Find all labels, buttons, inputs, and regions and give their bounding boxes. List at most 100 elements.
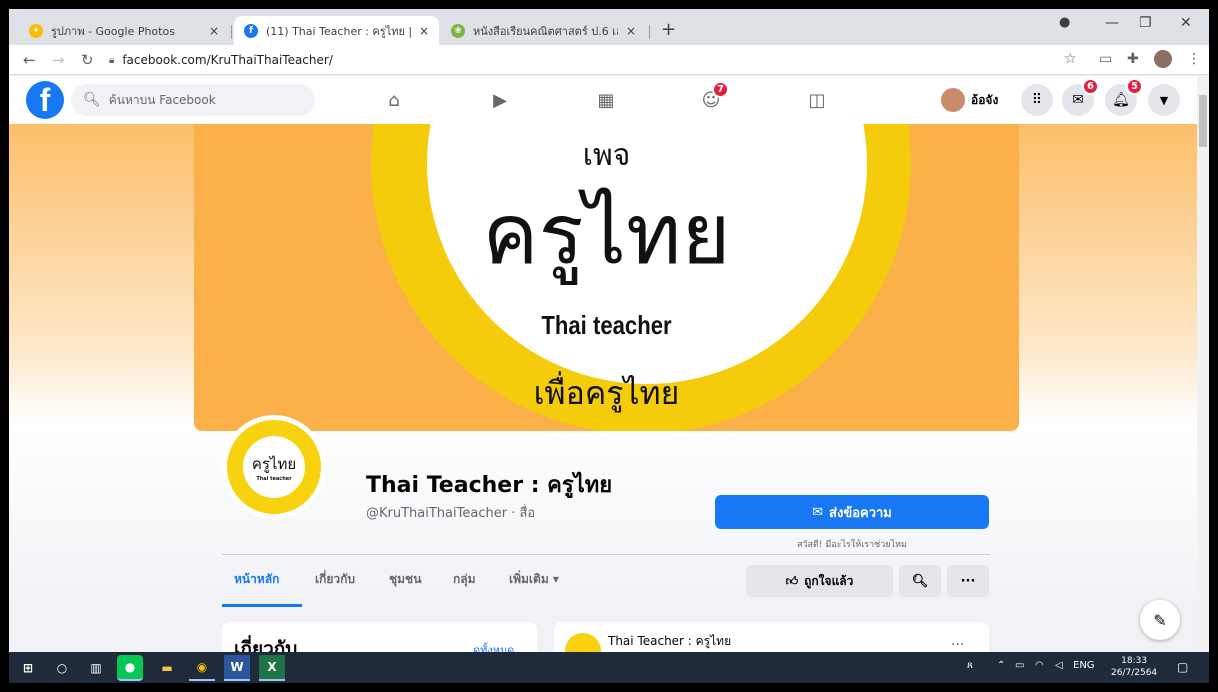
cover-line-2: ครูไทย — [482, 185, 731, 283]
profile-picture-ring: ครูไทย Thai teacher — [227, 420, 321, 514]
tab-separator — [649, 25, 650, 39]
chrome-icon[interactable]: ◉ — [189, 655, 215, 681]
tray-chevron-icon[interactable]: ⌃ — [997, 660, 1005, 671]
messenger-icon: ✉ — [812, 504, 824, 520]
avatar — [941, 88, 965, 112]
facebook-icon: f — [244, 23, 258, 38]
tab-more[interactable]: เพิ่มเติม ▾ — [509, 570, 559, 589]
profile-name: อ้อจัง — [971, 92, 999, 107]
tab-google-photos[interactable]: ✦ รูปภาพ - Google Photos × — [19, 16, 229, 45]
home-icon[interactable]: ⌂ — [382, 88, 406, 112]
task-view-icon[interactable]: ▥ — [83, 655, 109, 681]
notifications-badge: 5 — [1126, 78, 1143, 95]
profile-picture-text: ครูไทย — [251, 455, 297, 473]
extensions-icon[interactable]: ✚ — [1127, 51, 1139, 67]
profile-picture[interactable]: ครูไทย Thai teacher — [222, 415, 326, 519]
battery-icon[interactable]: ▭ — [1015, 660, 1024, 671]
tab-strip: ✦ รูปภาพ - Google Photos × f (11) Thai T… — [9, 9, 1209, 45]
liked-button[interactable]: 👍︎ ถูกใจแล้ว — [746, 565, 893, 597]
new-tab-button[interactable]: + — [661, 19, 676, 40]
marketplace-icon[interactable]: ▦ — [594, 88, 618, 112]
tab-label: หนังสือเรียนคณิตศาสตร์ ป.6 เล่ม1 - ไ — [473, 24, 618, 38]
menu-grid-icon[interactable]: ⠿ — [1021, 84, 1053, 116]
cast-icon[interactable]: ▭ — [1099, 51, 1112, 67]
people-icon[interactable]: ጸ — [967, 660, 973, 671]
line-app-icon[interactable]: ● — [117, 655, 143, 681]
forward-icon[interactable]: → — [52, 51, 65, 69]
taskbar: ⊞ ○ ▥ ● ▬ ◉ W X ጸ ⌃ ▭ ◠ ◁ ENG 18:33 26/7… — [9, 652, 1209, 683]
post-more-icon[interactable]: ··· — [951, 637, 964, 653]
search-input[interactable]: 🔍︎ ค้นหาบน Facebook — [71, 84, 315, 116]
menu-icon[interactable]: ⋮ — [1187, 51, 1201, 67]
search-icon[interactable]: ○ — [49, 655, 75, 681]
back-icon[interactable]: ← — [23, 51, 36, 69]
page-handle: @KruThaiThaiTeacher · สื่อ — [366, 506, 536, 521]
divider — [222, 554, 990, 555]
file-explorer-icon[interactable]: ▬ — [154, 655, 180, 681]
close-icon[interactable]: × — [626, 24, 636, 38]
scrollbar[interactable] — [1197, 76, 1209, 652]
notification-center-icon[interactable]: ▢ — [1177, 660, 1188, 674]
word-icon[interactable]: W — [224, 655, 250, 681]
tab-community[interactable]: ชุมชน — [389, 570, 421, 589]
clock-date: 26/7/2564 — [1111, 668, 1158, 678]
profile-picture-subtext: Thai teacher — [256, 476, 292, 482]
google-photos-icon: ✦ — [29, 23, 43, 38]
search-icon: 🔍︎ — [83, 92, 101, 108]
send-message-label: ส่งข้อความ — [829, 505, 892, 521]
clock-time: 18:33 — [1121, 656, 1148, 666]
screen: ✦ รูปภาพ - Google Photos × f (11) Thai T… — [9, 9, 1209, 683]
tab-label: (11) Thai Teacher : ครูไทย | Facebo — [266, 24, 411, 38]
lock-icon: 🔒︎ — [109, 54, 115, 66]
windows-start-icon[interactable]: ⊞ — [15, 655, 41, 681]
messenger-badge: 6 — [1082, 78, 1099, 95]
chrome-profile-icon[interactable]: ● — [1059, 15, 1070, 30]
new-message-icon[interactable]: ✎ — [1140, 600, 1180, 640]
url-text: facebook.com/KruThaiThaiTeacher/ — [122, 53, 333, 67]
excel-icon[interactable]: X — [259, 655, 285, 681]
tab-home[interactable]: หน้าหลัก — [234, 570, 279, 589]
gaming-icon[interactable]: ◫ — [805, 88, 829, 112]
facebook-header: f 🔍︎ ค้นหาบน Facebook ⌂ ▶ ▦ ☺ 7 ◫ อ้อจัง… — [9, 76, 1209, 124]
profile-shortcut[interactable]: อ้อจัง — [941, 84, 998, 116]
scrollbar-thumb[interactable] — [1199, 95, 1207, 147]
groups-badge: 7 — [712, 81, 729, 98]
input-language[interactable]: ENG — [1073, 660, 1095, 671]
watch-icon[interactable]: ▶ — [488, 88, 512, 112]
page-search-button[interactable]: 🔍︎ — [899, 565, 941, 597]
volume-icon[interactable]: ◁ — [1055, 660, 1063, 671]
address-bar[interactable]: 🔒︎ facebook.com/KruThaiThaiTeacher/ — [109, 49, 1057, 71]
account-chevron-icon[interactable]: ▼ — [1148, 84, 1180, 116]
send-message-button[interactable]: ✉ ส่งข้อความ — [715, 495, 989, 529]
browser-toolbar: ← → ↻ 🔒︎ facebook.com/KruThaiThaiTeacher… — [9, 45, 1209, 75]
greeting-text: สวัสดี! มีอะไรให้เราช่วยไหม — [796, 540, 907, 550]
cover-line-4: เพื่อครูไทย — [533, 374, 680, 412]
bookmark-star-icon[interactable]: ☆ — [1064, 51, 1077, 67]
search-icon: 🔍︎ — [911, 573, 929, 589]
restore-icon[interactable]: ❐ — [1139, 15, 1152, 31]
close-icon[interactable]: × — [209, 24, 219, 38]
reload-icon[interactable]: ↻ — [81, 51, 94, 69]
facebook-logo[interactable]: f — [26, 81, 64, 119]
close-window-icon[interactable]: ✕ — [1180, 15, 1192, 31]
tab-about[interactable]: เกี่ยวกับ — [315, 570, 355, 589]
page-title: Thai Teacher : ครูไทย — [366, 473, 613, 498]
clock[interactable]: 18:33 26/7/2564 — [1111, 655, 1157, 679]
close-icon[interactable]: × — [419, 24, 429, 38]
minimize-icon[interactable]: — — [1105, 15, 1119, 31]
tab-math-book[interactable]: ❀ หนังสือเรียนคณิตศาสตร์ ป.6 เล่ม1 - ไ × — [441, 16, 646, 45]
avatar[interactable] — [1154, 50, 1172, 68]
search-placeholder: ค้นหาบน Facebook — [108, 92, 216, 107]
tab-facebook[interactable]: f (11) Thai Teacher : ครูไทย | Facebo × — [234, 16, 439, 45]
profile-picture-disc: ครูไทย Thai teacher — [243, 436, 305, 498]
wifi-icon[interactable]: ◠ — [1035, 660, 1044, 671]
book-icon: ❀ — [451, 23, 465, 38]
tab-label: รูปภาพ - Google Photos — [51, 24, 175, 38]
cover-line-3: Thai teacher — [541, 310, 672, 340]
cover-photo[interactable]: เพจ ครูไทย Thai teacher เพื่อครูไทย — [194, 124, 1019, 431]
page-more-button[interactable]: ··· — [947, 565, 989, 597]
thumbs-up-icon: 👍︎ — [785, 573, 799, 588]
post-author[interactable]: Thai Teacher : ครูไทย — [608, 632, 731, 651]
liked-label: ถูกใจแล้ว — [804, 573, 854, 588]
tab-groups[interactable]: กลุ่ม — [453, 570, 476, 589]
